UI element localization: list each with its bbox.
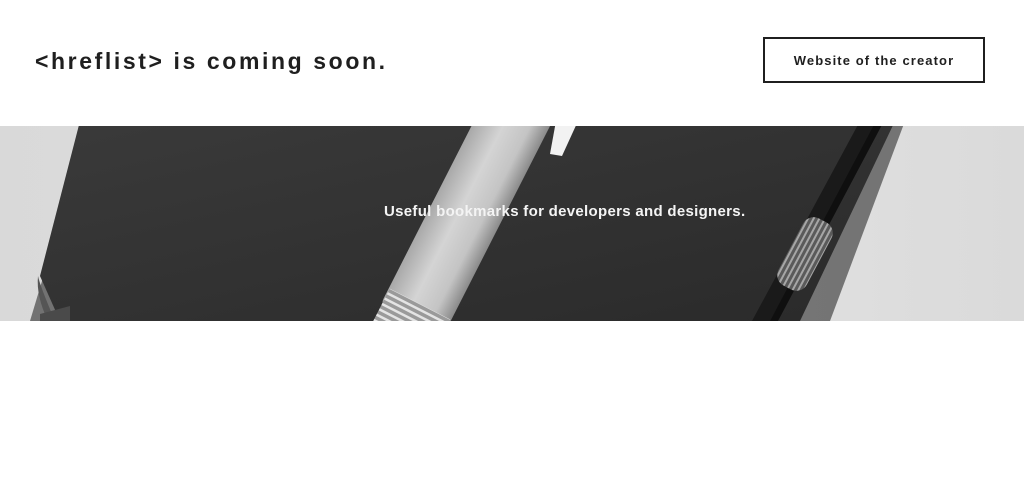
notebook-and-pen-photo	[0, 126, 1024, 321]
site-header: <hreflist> is coming soon. Website of th…	[0, 0, 1024, 126]
page-body-empty	[0, 321, 1024, 500]
hero-tagline: Useful bookmarks for developers and desi…	[384, 203, 746, 220]
hero-banner: Useful bookmarks for developers and desi…	[0, 126, 1024, 321]
creator-website-button[interactable]: Website of the creator	[763, 37, 985, 83]
page-title: <hreflist> is coming soon.	[35, 48, 388, 74]
